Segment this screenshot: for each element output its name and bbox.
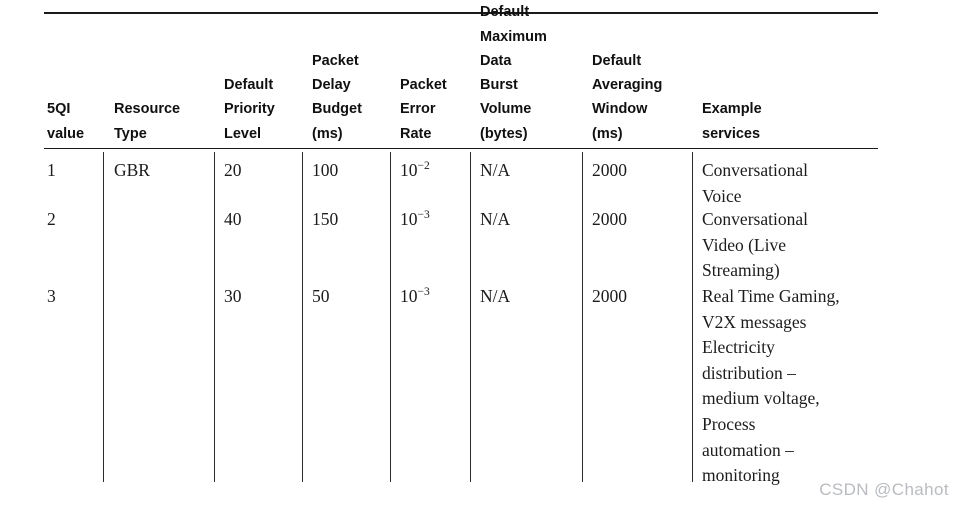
header-label-default-max-data-burst-volume: Default Maximum Data Burst Volume (bytes… bbox=[480, 4, 547, 142]
packet-error-rate-base: 10 bbox=[400, 286, 418, 306]
column-divider-2 bbox=[214, 152, 215, 482]
column-divider-6 bbox=[582, 152, 583, 482]
column-divider-1 bbox=[103, 152, 104, 482]
column-divider-4 bbox=[390, 152, 391, 482]
cell-example-services: Conversational Video (Live Streaming) bbox=[702, 209, 808, 281]
table-header-rule bbox=[44, 148, 878, 149]
qos-characteristics-table: 5QI value Resource Type Default Priority… bbox=[0, 0, 963, 511]
header-label-example-services: Example services bbox=[702, 101, 762, 142]
packet-error-rate-base: 10 bbox=[400, 209, 418, 229]
packet-error-rate-exponent: −2 bbox=[417, 160, 430, 173]
cell-default-averaging-window: 2000 bbox=[592, 160, 627, 180]
cell-packet-error-rate: 10−2 bbox=[400, 158, 430, 184]
header-label-5qi-value: 5QI value bbox=[47, 101, 85, 142]
cell-5qi-value: 2 bbox=[47, 209, 56, 229]
table-header-row: 5QI value Resource Type Default Priority… bbox=[0, 4, 963, 146]
packet-error-rate-exponent: −3 bbox=[417, 286, 430, 299]
cell-default-max-data-burst-volume: N/A bbox=[480, 286, 511, 306]
cell-resource-type: GBR bbox=[114, 160, 150, 180]
cell-5qi-value: 3 bbox=[47, 286, 56, 306]
cell-default-priority-level: 40 bbox=[224, 209, 242, 229]
header-label-packet-delay-budget: Packet Delay Budget (ms) bbox=[312, 52, 362, 142]
cell-default-averaging-window: 2000 bbox=[592, 286, 627, 306]
cell-default-max-data-burst-volume: N/A bbox=[480, 160, 511, 180]
header-label-default-priority-level: Default Priority Level bbox=[224, 77, 275, 142]
cell-example-services: Real Time Gaming, V2X messages Electrici… bbox=[702, 286, 840, 486]
cell-default-priority-level: 30 bbox=[224, 286, 242, 306]
header-label-default-averaging-window: Default Averaging Window (ms) bbox=[592, 52, 663, 142]
packet-error-rate-exponent: −3 bbox=[417, 209, 430, 222]
cell-packet-delay-budget: 150 bbox=[312, 209, 339, 229]
header-label-packet-error-rate: Packet Error Rate bbox=[400, 77, 447, 142]
column-divider-3 bbox=[302, 152, 303, 482]
cell-default-priority-level: 20 bbox=[224, 160, 242, 180]
cell-packet-error-rate: 10−3 bbox=[400, 284, 430, 310]
cell-packet-delay-budget: 100 bbox=[312, 160, 339, 180]
column-divider-7 bbox=[692, 152, 693, 482]
cell-example-services: Conversational Voice bbox=[702, 160, 808, 206]
cell-packet-delay-budget: 50 bbox=[312, 286, 330, 306]
cell-5qi-value: 1 bbox=[47, 160, 56, 180]
watermark-label: CSDN @Chahot bbox=[819, 480, 949, 499]
header-label-resource-type: Resource Type bbox=[114, 101, 181, 142]
packet-error-rate-base: 10 bbox=[400, 160, 418, 180]
column-divider-5 bbox=[470, 152, 471, 482]
cell-default-max-data-burst-volume: N/A bbox=[480, 209, 511, 229]
cell-packet-error-rate: 10−3 bbox=[400, 207, 430, 233]
cell-default-averaging-window: 2000 bbox=[592, 209, 627, 229]
